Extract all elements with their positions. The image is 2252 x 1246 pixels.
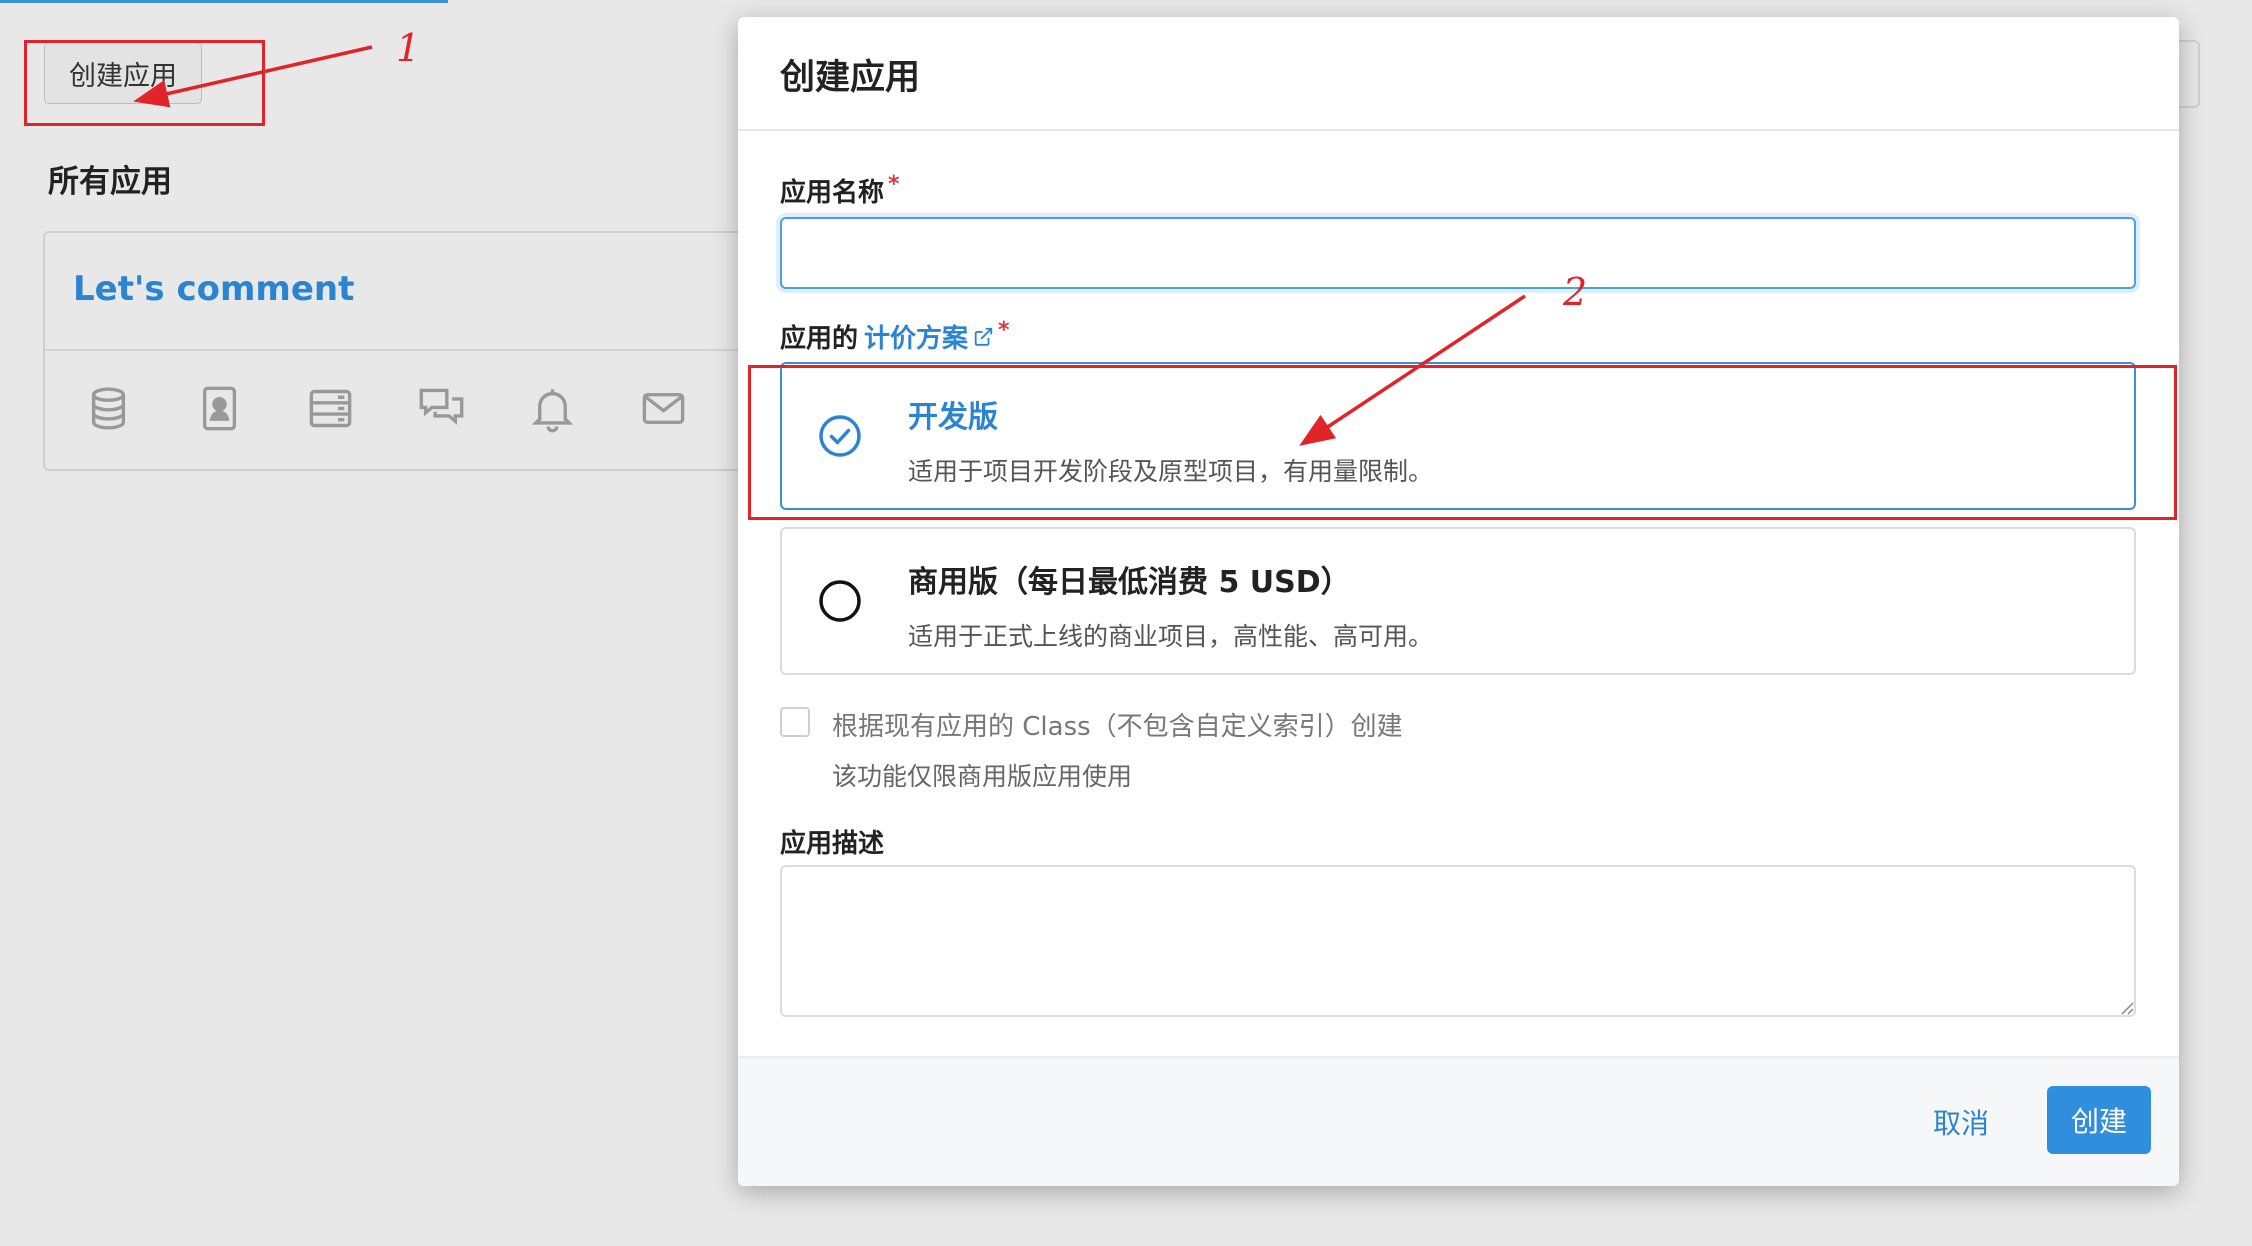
dialog-footer: 取消 创建 bbox=[738, 1056, 2179, 1186]
external-link-icon bbox=[972, 325, 994, 355]
app-name-input[interactable] bbox=[780, 217, 2136, 289]
class-copy-checkbox[interactable] bbox=[780, 707, 810, 737]
annotation-marker-2: 2 bbox=[1563, 270, 1588, 314]
pricing-label: 应用的 计价方案 * bbox=[780, 318, 1010, 355]
plan-description: 适用于正式上线的商业项目，高性能、高可用。 bbox=[908, 622, 1434, 651]
required-mark: * bbox=[998, 318, 1010, 343]
page-load-progress-bar bbox=[0, 0, 448, 3]
app-name-label: 应用名称 * bbox=[780, 172, 900, 209]
create-app-dialog: 创建应用 应用名称 * 应用的 计价方案 * 开发版 适用于项目开发阶段及原型项目，有… bbox=[738, 17, 2179, 1186]
plan-name: 开发版 bbox=[908, 400, 998, 435]
annotation-marker-1: 1 bbox=[396, 26, 421, 70]
create-button[interactable]: 创建 bbox=[2047, 1086, 2151, 1154]
class-copy-label: 根据现有应用的 Class（不包含自定义索引）创建 bbox=[832, 712, 1403, 742]
required-mark: * bbox=[888, 172, 900, 197]
all-apps-heading: 所有应用 bbox=[48, 164, 172, 200]
database-icon[interactable] bbox=[83, 383, 134, 434]
plan-description: 适用于项目开发阶段及原型项目，有用量限制。 bbox=[908, 457, 1434, 486]
description-label: 应用描述 bbox=[780, 829, 885, 859]
resize-grip-icon[interactable] bbox=[2118, 999, 2134, 1015]
app-card-icon-row bbox=[83, 383, 689, 434]
contact-card-icon[interactable] bbox=[194, 383, 245, 434]
dialog-title: 创建应用 bbox=[780, 58, 921, 98]
pricing-label-text: 应用的 bbox=[780, 324, 859, 354]
create-app-button[interactable]: 创建应用 bbox=[44, 42, 202, 104]
radio-unchecked-icon[interactable] bbox=[818, 579, 862, 623]
radio-checked-icon[interactable] bbox=[818, 414, 862, 458]
description-textarea[interactable] bbox=[780, 865, 2136, 1017]
class-copy-help-text: 该功能仅限商用版应用使用 bbox=[832, 762, 1133, 791]
mail-icon[interactable] bbox=[638, 383, 689, 434]
server-list-icon[interactable] bbox=[305, 383, 356, 434]
pricing-plan-link-text: 计价方案 bbox=[864, 324, 969, 354]
app-name-label-text: 应用名称 bbox=[780, 178, 885, 208]
app-card-title[interactable]: Let's comment bbox=[73, 269, 354, 309]
chat-icon[interactable] bbox=[416, 383, 467, 434]
plan-option-developer[interactable]: 开发版 适用于项目开发阶段及原型项目，有用量限制。 bbox=[780, 362, 2136, 510]
bell-icon[interactable] bbox=[527, 383, 578, 434]
app-card[interactable]: Let's comment bbox=[43, 231, 763, 471]
app-card-divider bbox=[45, 349, 761, 351]
plan-option-business[interactable]: 商用版（每日最低消费 5 USD） 适用于正式上线的商业项目，高性能、高可用。 bbox=[780, 527, 2136, 675]
cancel-button[interactable]: 取消 bbox=[1927, 1101, 1995, 1143]
dialog-header: 创建应用 bbox=[738, 17, 2179, 131]
plan-name: 商用版（每日最低消费 5 USD） bbox=[908, 565, 1351, 600]
pricing-plan-link[interactable]: 计价方案 bbox=[864, 324, 994, 354]
